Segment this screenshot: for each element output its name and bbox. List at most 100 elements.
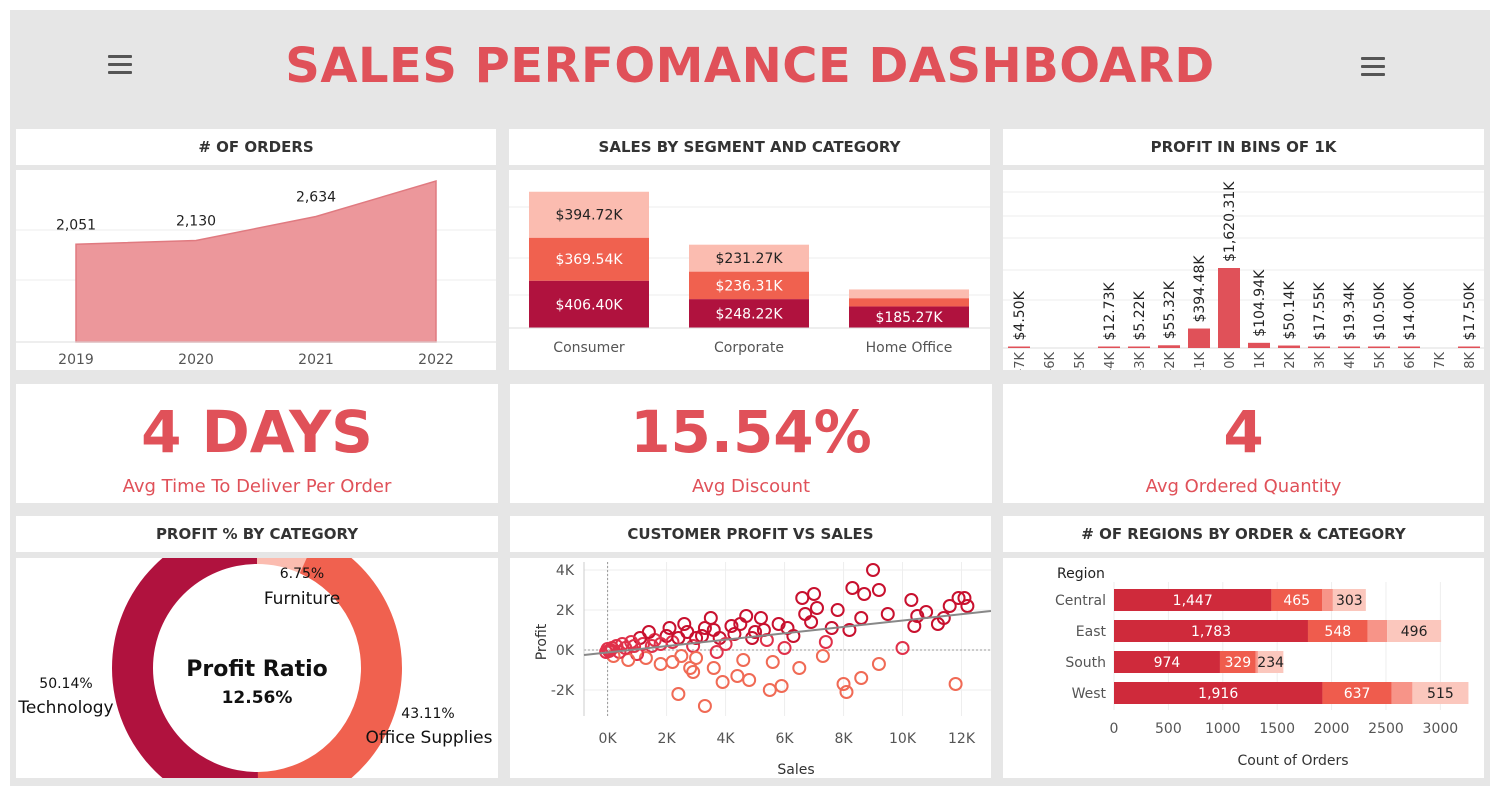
bin-bar [1458,346,1480,348]
scatter-point [677,617,692,631]
data-label: 2,051 [56,217,96,233]
scatter-point [753,611,768,625]
region-bar [1367,620,1388,642]
region-bar [1322,589,1333,611]
regions-stacked-bar-chart: 0 500 1000 1500 2000 2500 3000 Region 1,447 465 30… [1055,566,1469,769]
kpi-quantity-label: Avg Ordered Quantity [1145,476,1342,497]
kpi-delivery-value: 4 DAYS [141,398,373,466]
x-tick-label: 4K [717,731,736,747]
donut-center-value: 12.56% [222,688,293,708]
kpi-quantity-value: 4 [1223,398,1264,466]
scatter-point [854,671,869,685]
scatter-point [818,635,833,649]
y-tick-label: 2K [556,603,575,619]
bar-value-label: 515 [1427,686,1454,702]
scatter-point [804,615,819,629]
bin-bar [1098,346,1120,348]
customer-panel: 0K 2K 4K 6K 8K 10K 12K 4K 2K 0K -2K Sales Profit [510,558,991,778]
kpi-delivery-label: Avg Time To Deliver Per Order [122,476,392,497]
bin-bar [1218,268,1240,348]
bin-value-label: $50.14K [1282,281,1298,340]
bin-value-label: $12.73K [1102,282,1118,341]
x-tick-label: 2K [658,731,677,747]
x-tick-label: 12K [948,731,976,747]
y-tick-label: 4K [556,563,575,579]
bar-value-label: 329 [1224,655,1251,671]
x-tick-label: Home Office [866,340,953,356]
y-tick-label: -2K [551,683,575,699]
x-tick-label: 5K [1373,352,1388,369]
slice-percent-label: 43.11% [401,706,454,722]
x-tick-label: 3K [1313,352,1328,369]
scatter-point [948,677,963,691]
x-tick-label: 8K [1463,352,1478,369]
bin-bar [1008,346,1030,348]
scatter-point [904,593,919,607]
scatter-point [641,625,656,639]
scatter-point [680,625,695,639]
bin-value-label: $104.94K [1252,269,1268,337]
category-label: East [1076,624,1107,640]
bin-bar [1368,346,1390,348]
x-tick-label: 4K [1343,352,1358,369]
x-tick-label: 2K [1283,352,1298,369]
scatter-point [871,583,886,597]
scatter-point [845,581,860,595]
x-tick-label: 500 [1155,721,1182,737]
x-tick-label: -7K [1013,352,1028,370]
bar-value-label: $248.22K [715,307,783,323]
bin-bar [1308,346,1330,348]
segment-bar [849,289,969,299]
bin-value-label: $394.48K [1192,255,1208,323]
category-label: Central [1055,593,1106,609]
x-tick-label: -6K [1043,352,1058,370]
x-tick-label: 3000 [1423,721,1459,737]
customer-title: CUSTOMER PROFIT VS SALES [510,516,991,552]
bin-value-label: $4.50K [1012,290,1028,340]
bar-value-label: 1,447 [1173,593,1213,609]
y-axis-title: Profit [534,623,550,660]
bar-value-label: 974 [1154,655,1181,671]
scatter-point [706,661,721,675]
bin-bar [1128,346,1150,348]
bins-title: PROFIT IN BINS OF 1K [1003,129,1484,165]
x-tick-label: 2021 [298,352,334,368]
bar-value-label: $394.72K [555,208,623,224]
bin-value-label: $5.22K [1132,290,1148,340]
bar-value-label: 465 [1283,593,1310,609]
scatter-point [662,621,677,635]
x-axis-title: Count of Orders [1237,753,1348,769]
slice-name-label: Office Supplies [366,728,493,748]
x-tick-label: 1K [1253,352,1268,369]
x-tick-label: Consumer [553,340,625,356]
slice-name-label: Furniture [264,589,340,609]
bin-value-label: $17.50K [1462,282,1478,341]
x-tick-label: -2K [1163,352,1178,370]
x-tick-label: 1000 [1205,721,1241,737]
x-tick-label: -3K [1133,352,1148,370]
scatter-point [736,653,751,667]
scatter-point [739,609,754,623]
right-menu-icon[interactable] [1361,57,1385,77]
kpi-delivery: 4 DAYS Avg Time To Deliver Per Order [16,384,498,503]
scatter-point [730,669,745,683]
scatter-point [871,657,886,671]
scatter-point [683,661,698,675]
bin-value-label: $14.00K [1402,282,1418,341]
scatter-point [697,699,712,713]
profit-donut-chart: Profit Ratio 12.56% 6.75% Furniture 50.14% Te… [17,558,493,778]
x-tick-label: 10K [889,731,917,747]
x-tick-label: 2022 [418,352,454,368]
x-tick-label: 0K [599,731,618,747]
x-tick-label: Corporate [714,340,784,356]
scatter-point [809,601,824,615]
scatter-point [795,591,810,605]
bar-value-label: $369.54K [555,252,623,268]
bar-value-label: $231.27K [715,251,783,267]
bin-bar [1398,346,1420,348]
data-label: 2,130 [176,214,216,230]
scatter-point [703,611,718,625]
bin-value-label: $10.50K [1372,282,1388,341]
scatter-point [674,649,689,663]
bar-value-label: $185.27K [875,310,943,326]
